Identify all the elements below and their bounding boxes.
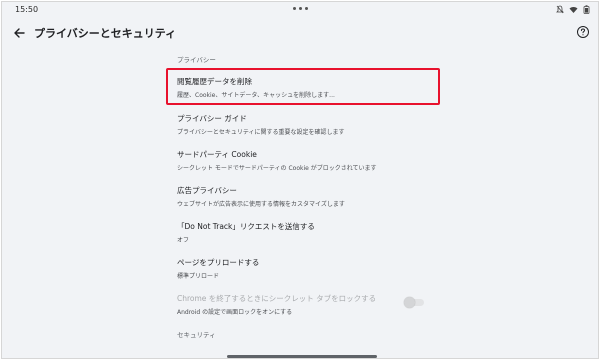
status-time: 15:50 bbox=[15, 5, 39, 14]
privacy-guide-item[interactable]: プライバシー ガイド プライバシーとセキュリティに関する重要な設定を確認します bbox=[177, 113, 437, 136]
third-party-cookies-item[interactable]: サードパーティ Cookie シークレット モードでサードパーティの Cooki… bbox=[177, 149, 437, 172]
item-subtitle: シークレット モードでサードパーティの Cookie がブロックされています bbox=[177, 165, 377, 172]
item-title: プライバシー ガイド bbox=[177, 114, 247, 123]
item-title: Chrome を終了するときにシークレット タブをロックする bbox=[177, 294, 377, 303]
item-title: 閲覧履歴データを削除 bbox=[177, 77, 252, 86]
lock-incognito-toggle[interactable] bbox=[404, 297, 424, 308]
bell-off-icon bbox=[556, 5, 564, 14]
ad-privacy-item[interactable]: 広告プライバシー ウェブサイトが広告表示に使用する情報をカスタマイズします bbox=[177, 185, 437, 208]
item-title: サードパーティ Cookie bbox=[177, 150, 257, 159]
item-subtitle: オフ bbox=[177, 237, 190, 244]
clear-browsing-data-item[interactable]: 閲覧履歴データを削除 履歴、Cookie、サイトデータ、キャッシュを削除します.… bbox=[177, 76, 437, 99]
item-subtitle: プライバシーとセキュリティに関する重要な設定を確認します bbox=[177, 129, 345, 136]
arrow-back-icon[interactable] bbox=[12, 26, 26, 40]
preload-pages-item[interactable]: ページをプリロードする 標準プリロード bbox=[177, 257, 437, 280]
item-title: 「Do Not Track」リクエストを送信する bbox=[177, 222, 315, 231]
item-subtitle: 標準プリロード bbox=[177, 273, 220, 280]
status-bar: 15:50 bbox=[2, 2, 598, 19]
item-subtitle: ウェブサイトが広告表示に使用する情報をカスタマイズします bbox=[177, 201, 345, 208]
app-bar: プライバシーとセキュリティ bbox=[2, 20, 598, 46]
item-subtitle: 履歴、Cookie、サイトデータ、キャッシュを削除します... bbox=[177, 92, 335, 99]
item-subtitle[interactable]: Android の設定で画面ロックをオンにする bbox=[177, 307, 437, 316]
window-dots-icon[interactable] bbox=[293, 7, 308, 10]
lock-incognito-tabs-item: Chrome を終了するときにシークレット タブをロックする Android の… bbox=[177, 293, 437, 316]
item-title: 広告プライバシー bbox=[177, 186, 237, 195]
section-header-privacy: プライバシー bbox=[177, 56, 216, 64]
section-header-security: セキュリティ bbox=[177, 331, 216, 339]
do-not-track-item[interactable]: 「Do Not Track」リクエストを送信する オフ bbox=[177, 221, 437, 244]
gesture-nav-bar[interactable] bbox=[227, 355, 377, 358]
battery-icon bbox=[583, 5, 590, 14]
page-title: プライバシーとセキュリティ bbox=[34, 27, 177, 40]
item-title: ページをプリロードする bbox=[177, 258, 260, 267]
device-screen: 15:50 プライバシーとセキュリティ プライバシー 閲覧履歴データを削除 履歴… bbox=[1, 1, 599, 359]
status-icons bbox=[556, 5, 590, 14]
wifi-icon bbox=[569, 6, 578, 13]
help-circle-icon[interactable] bbox=[576, 25, 590, 39]
